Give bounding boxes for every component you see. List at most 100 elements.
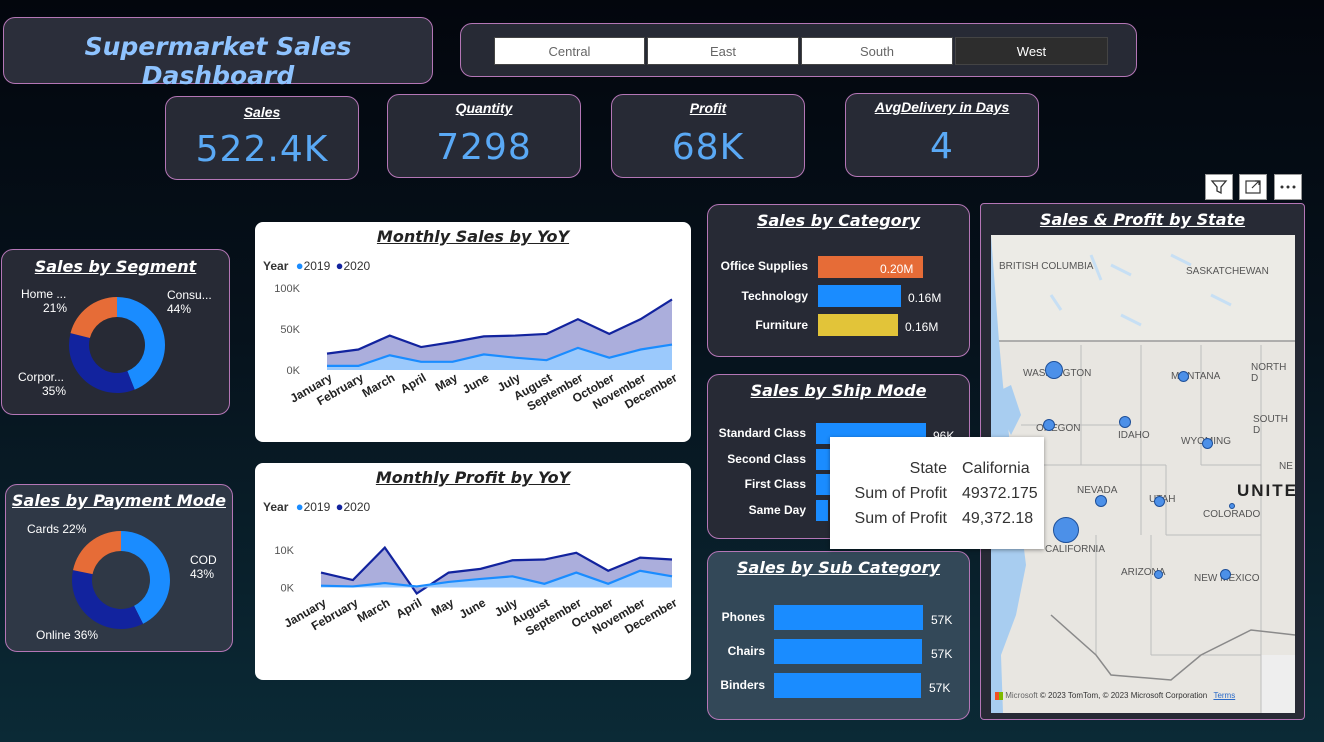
map-label-idaho: IDAHO [1118,430,1150,441]
category-label-furniture: Furniture [755,318,808,332]
state-bubble-montana[interactable] [1178,371,1189,382]
subcategory-label-chairs: Chairs [727,644,765,658]
subcategory-label-phones: Phones [721,610,765,624]
shipmode-title: Sales by Ship Mode [750,381,927,400]
segment-label-home: Home ... 21% [21,287,68,315]
kpi-delivery-value: 4 [930,126,954,167]
state-bubble-wyoming[interactable] [1202,438,1213,449]
kpi-sales-card: Sales 522.4K [165,96,359,180]
monthly-sales-card: Monthly Sales by YoY Year ●2019 ●2020 10… [255,222,691,442]
kpi-delivery-card: AvgDelivery in Days 4 [845,93,1039,177]
shipmode-label-standard: Standard Class [718,426,806,440]
map-label-saskatchewan: SASKATCHEWAN [1186,266,1269,277]
state-bubble-utah[interactable] [1154,496,1165,507]
map-label-nevada: NEVADA [1077,485,1118,496]
payment-label-cards: Cards 22% [27,522,87,536]
kpi-quantity-value: 7298 [436,127,532,168]
sales-xtick-2: March [360,370,398,400]
microsoft-logo-icon [995,691,1003,700]
subcategory-bar-binders[interactable] [774,673,921,698]
kpi-profit-card: Profit 68K [611,94,805,178]
profit-ytick-0: 10K [274,545,294,557]
state-bubble-washington[interactable] [1045,361,1063,379]
map-label-british-columbia: BRITISH COLUMBIA [999,261,1094,272]
sales-xtick-4: May [433,370,460,394]
dashboard-title: Supermarket Sales Dashboard [84,32,352,90]
monthly-profit-chart[interactable]: 10K0KJanuaryFebruaryMarch April May June Jul… [255,463,691,680]
subcategory-value-phones: 57K [931,613,953,627]
kpi-quantity-card: Quantity 7298 [387,94,581,178]
region-central-button[interactable]: Central [494,37,645,65]
segment-card: Sales by Segment Home ... 21% Consu... 44%… [1,249,230,415]
shipmode-label-first: First Class [744,477,806,491]
subcategory-bar-chairs[interactable] [774,639,922,664]
region-east-button[interactable]: East [647,37,799,65]
state-bubble-colorado[interactable] [1229,503,1235,509]
subcategory-bar-phones[interactable] [774,605,923,630]
sales-ytick-1: 50K [280,324,300,336]
kpi-delivery-label: AvgDelivery in Days [874,99,1010,115]
map-label-colorado: COLORADO [1203,509,1261,520]
map-tooltip: State California Sum of Profit 49372.175… [830,437,1044,549]
region-west-button[interactable]: West [955,37,1108,65]
shipmode-bar-sameday[interactable] [816,500,828,521]
kpi-profit-value: 68K [671,127,745,168]
region-south-button[interactable]: South [801,37,953,65]
sales-xtick-3: April [398,370,429,396]
payment-slice-1[interactable] [72,570,144,629]
map-terms-link[interactable]: Terms [1213,691,1235,700]
state-bubble-california[interactable] [1053,517,1079,543]
kpi-profit-label: Profit [689,100,727,116]
category-value-office-supplies: 0.20M [880,262,914,276]
state-bubble-idaho[interactable] [1119,416,1131,428]
category-label-technology: Technology [741,289,808,303]
monthly-profit-card: Monthly Profit by YoY Year ●2019 ●2020 1… [255,463,691,680]
payment-label-online: Online 36% [36,628,99,642]
shipmode-label-sameday: Same Day [748,503,806,517]
map-label-california: CALIFORNIA [1045,544,1106,555]
category-value-furniture: 0.16M [905,320,939,334]
kpi-quantity-label: Quantity [455,100,513,116]
map-label-south-d: SOUTH D [1253,414,1288,436]
segment-slice-1[interactable] [69,333,135,393]
region-slicer: Central East South West [460,23,1137,77]
subcategory-card: Sales by Sub Category Phones 57K Chairs … [707,551,970,720]
map-attribution: Microsoft © 2023 TomTom, © 2023 Microsof… [995,691,1235,700]
profit-ytick-1: 0K [281,583,295,595]
segment-label-corporate: Corpor... 35% [18,370,67,398]
map-label-united: UNITE [1237,481,1295,500]
map-title: Sales & Profit by State [1039,210,1246,229]
profit-xtick-3: April [394,595,425,621]
subcategory-value-binders: 57K [929,681,951,695]
kpi-sales-label: Sales [243,104,281,120]
subcategory-label-binders: Binders [720,678,765,692]
subcategory-value-chairs: 57K [931,647,953,661]
map-label-ne: NE [1279,461,1293,472]
more-options-icon[interactable] [1274,174,1302,200]
payment-label-cod: COD 43% [190,553,217,581]
category-bar-technology[interactable] [818,285,901,307]
state-bubble-nevada[interactable] [1095,495,1107,507]
state-bubble-new-mexico[interactable] [1220,569,1231,580]
sales-ytick-0: 100K [274,283,300,295]
profit-xtick-2: March [355,595,393,625]
map-label-north-d: NORTH D [1251,362,1287,384]
monthly-sales-chart[interactable]: 100K50K0KJanuaryFebruaryMarch April May Jun… [255,222,691,442]
segment-label-consumer: Consu... 44% [167,288,212,316]
shipmode-label-second: Second Class [727,452,806,466]
category-value-technology: 0.16M [908,291,942,305]
kpi-sales-value: 522.4K [195,129,329,170]
category-card: Sales by Category Office Supplies 0.20M … [707,204,970,357]
state-bubble-arizona[interactable] [1154,570,1163,579]
filter-icon[interactable] [1205,174,1233,200]
category-title: Sales by Category [756,211,920,230]
subcategory-title: Sales by Sub Category [737,558,940,577]
profit-xtick-5: June [457,595,489,621]
state-bubble-oregon[interactable] [1043,419,1055,431]
category-bar-furniture[interactable] [818,314,898,336]
focus-mode-icon[interactable] [1239,174,1267,200]
sales-ytick-2: 0K [287,365,301,377]
segment-slice-2[interactable] [70,297,117,339]
category-label-office-supplies: Office Supplies [720,259,808,273]
payment-slice-2[interactable] [72,531,121,575]
